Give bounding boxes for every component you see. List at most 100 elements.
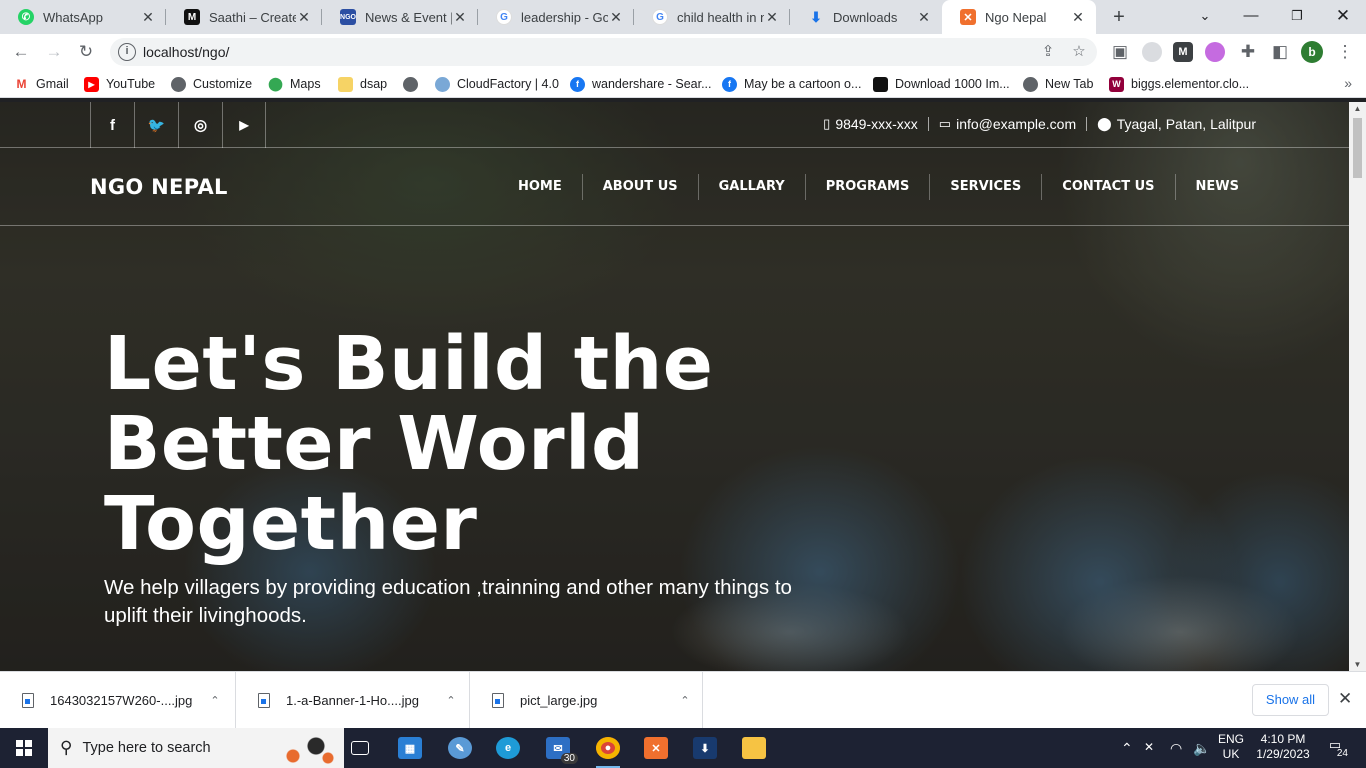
youtube-icon[interactable]: ▶ <box>222 102 266 148</box>
close-window-button[interactable]: ✕ <box>1320 0 1366 34</box>
facebook-icon[interactable]: f <box>90 102 134 148</box>
clock-date: 1/29/2023 <box>1256 747 1310 761</box>
volume-icon[interactable]: 🔈 <box>1193 740 1210 757</box>
minimize-button[interactable]: — <box>1228 0 1274 34</box>
chrome-icon[interactable]: ● <box>588 732 628 768</box>
chevron-up-icon[interactable]: ⌃ <box>436 694 466 707</box>
browser-toolbar: ← → ↻ i localhost/ngo/ ⇪ ☆ ▣ M ✚ ◧ b ⋮ <box>0 34 1366 70</box>
mail-icon[interactable]: ✉ 30 <box>538 732 578 764</box>
bookmark-youtube[interactable]: ▶ YouTube <box>84 75 155 93</box>
nav-gallery[interactable]: GALLARY <box>697 174 805 200</box>
system-clock[interactable]: 4:10 PM 1/29/2023 <box>1254 732 1312 762</box>
bookmark-cloudfactory[interactable]: CloudFactory | 4.0 <box>435 75 559 93</box>
facebook-icon: f <box>570 76 585 92</box>
scroll-up-icon[interactable]: ▲ <box>1349 104 1366 113</box>
nav-programs[interactable]: PROGRAMS <box>804 174 930 200</box>
extensions-puzzle-icon[interactable]: ✚ <box>1236 40 1260 64</box>
close-icon[interactable]: ✕ <box>916 9 932 25</box>
bookmark-dsap[interactable]: dsap <box>338 75 387 93</box>
tab-saathi[interactable]: M Saathi – Create v ✕ <box>166 0 322 34</box>
restore-button[interactable]: ❐ <box>1274 0 1320 34</box>
search-highlight-image[interactable] <box>278 732 338 764</box>
input-method-icon[interactable]: ✕ <box>1144 740 1154 754</box>
email-info[interactable]: ▭ info@example.com <box>939 116 1076 132</box>
menu-icon[interactable]: ⋮ <box>1333 40 1357 64</box>
tab-search-button[interactable]: ⌄ <box>1182 0 1228 34</box>
start-button[interactable] <box>0 728 48 768</box>
download-icon: ⬇ <box>810 8 822 25</box>
twitter-icon[interactable]: 🐦 <box>134 102 178 148</box>
show-hidden-icons-icon[interactable]: ⌃ <box>1121 740 1133 757</box>
xampp-icon[interactable]: ✕ <box>636 732 676 764</box>
instagram-icon[interactable]: ◎ <box>178 102 222 148</box>
tab-downloads[interactable]: ⬇ Downloads ✕ <box>790 0 942 34</box>
new-tab-button[interactable]: + <box>1108 6 1130 28</box>
download-item[interactable]: pict_large.jpg ⌃ <box>470 672 703 729</box>
forward-button[interactable]: → <box>42 40 66 64</box>
close-icon[interactable]: ✕ <box>1338 689 1352 709</box>
file-explorer-icon[interactable] <box>734 732 774 764</box>
bookmark-globe[interactable] <box>403 75 425 93</box>
nav-about-us[interactable]: ABOUT US <box>581 174 698 200</box>
tab-ngo-nepal[interactable]: ✕ Ngo Nepal ✕ <box>942 0 1096 34</box>
language-indicator[interactable]: ENG UK <box>1216 732 1246 762</box>
bookmark-label: YouTube <box>106 77 156 91</box>
bookmark-new-tab[interactable]: New Tab <box>1023 75 1093 93</box>
nav-contact-us[interactable]: CONTACT US <box>1041 174 1174 200</box>
nav-news[interactable]: NEWS <box>1174 174 1259 200</box>
taskbar-search[interactable]: ⚲ Type here to search <box>48 728 344 768</box>
bookmark-download-images[interactable]: Download 1000 Im... <box>873 75 1010 93</box>
bookmark-wandershare[interactable]: f wandershare - Sear... <box>570 75 712 93</box>
scroll-thumb[interactable] <box>1353 118 1362 178</box>
back-button[interactable]: ← <box>9 40 33 64</box>
chevron-up-icon[interactable]: ⌃ <box>200 694 230 707</box>
email-text[interactable]: info@example.com <box>956 116 1076 132</box>
side-panel-icon[interactable]: ◧ <box>1268 40 1292 64</box>
nav-services[interactable]: SERVICES <box>929 174 1041 200</box>
paint-icon[interactable]: ✎ <box>440 732 480 764</box>
tab-news-event[interactable]: NGO News & Event | N ✕ <box>322 0 478 34</box>
site-logo[interactable]: NGO NEPAL <box>90 175 228 199</box>
close-icon[interactable]: ✕ <box>608 9 624 25</box>
site-info-icon[interactable]: i <box>118 43 136 61</box>
scroll-down-icon[interactable]: ▼ <box>1349 660 1366 669</box>
media-icon[interactable]: ▣ <box>1108 40 1132 64</box>
extension-icon[interactable] <box>1142 42 1162 62</box>
bookmark-customize[interactable]: Customize <box>171 75 252 93</box>
download-item[interactable]: 1643032157W260-....jpg ⌃ <box>0 672 236 729</box>
close-icon[interactable]: ✕ <box>764 9 780 25</box>
show-all-downloads-button[interactable]: Show all <box>1252 684 1329 716</box>
image-file-icon <box>258 693 270 708</box>
installer-icon[interactable]: ⬇ <box>685 732 725 764</box>
bookmark-maps[interactable]: ⬤ Maps <box>268 75 320 93</box>
wifi-icon[interactable]: ◠ <box>1170 740 1182 757</box>
close-icon[interactable]: ✕ <box>140 9 156 25</box>
bookmark-label: May be a cartoon o... <box>744 77 862 91</box>
share-icon[interactable]: ⇪ <box>1038 42 1058 62</box>
extension-icon[interactable] <box>1205 42 1225 62</box>
profile-avatar[interactable]: b <box>1301 41 1323 63</box>
tab-leadership[interactable]: G leadership - Goo ✕ <box>478 0 634 34</box>
store-icon[interactable]: ▦ <box>390 732 430 764</box>
bookmark-star-icon[interactable]: ☆ <box>1069 42 1089 62</box>
bookmark-cartoon[interactable]: f May be a cartoon o... <box>722 75 861 93</box>
bookmarks-more-icon[interactable]: » <box>1344 75 1352 91</box>
close-icon[interactable]: ✕ <box>1070 9 1086 25</box>
tab-child-health[interactable]: G child health in ne ✕ <box>634 0 790 34</box>
download-item[interactable]: 1.-a-Banner-1-Ho....jpg ⌃ <box>236 672 470 729</box>
close-icon[interactable]: ✕ <box>296 9 312 25</box>
bookmark-elementor[interactable]: Wbiggs.elementor.clo... <box>1109 75 1249 93</box>
close-icon[interactable]: ✕ <box>452 9 468 25</box>
edge-icon[interactable]: e <box>488 732 528 764</box>
notification-center-icon[interactable]: ▭ 24 <box>1322 737 1348 759</box>
address-bar[interactable]: i localhost/ngo/ ⇪ ☆ <box>110 38 1097 66</box>
task-view-icon[interactable] <box>340 732 380 764</box>
nav-home[interactable]: HOME <box>498 174 582 200</box>
reload-button[interactable]: ↻ <box>74 40 98 64</box>
url-text[interactable]: localhost/ngo/ <box>143 44 229 60</box>
page-scrollbar[interactable]: ▲ ▼ <box>1349 102 1366 671</box>
gmail-extension-icon[interactable]: M <box>1173 42 1193 62</box>
bookmark-gmail[interactable]: M Gmail <box>14 75 69 93</box>
chevron-up-icon[interactable]: ⌃ <box>670 694 700 707</box>
tab-whatsapp[interactable]: ✆ WhatsApp ✕ <box>0 0 166 34</box>
